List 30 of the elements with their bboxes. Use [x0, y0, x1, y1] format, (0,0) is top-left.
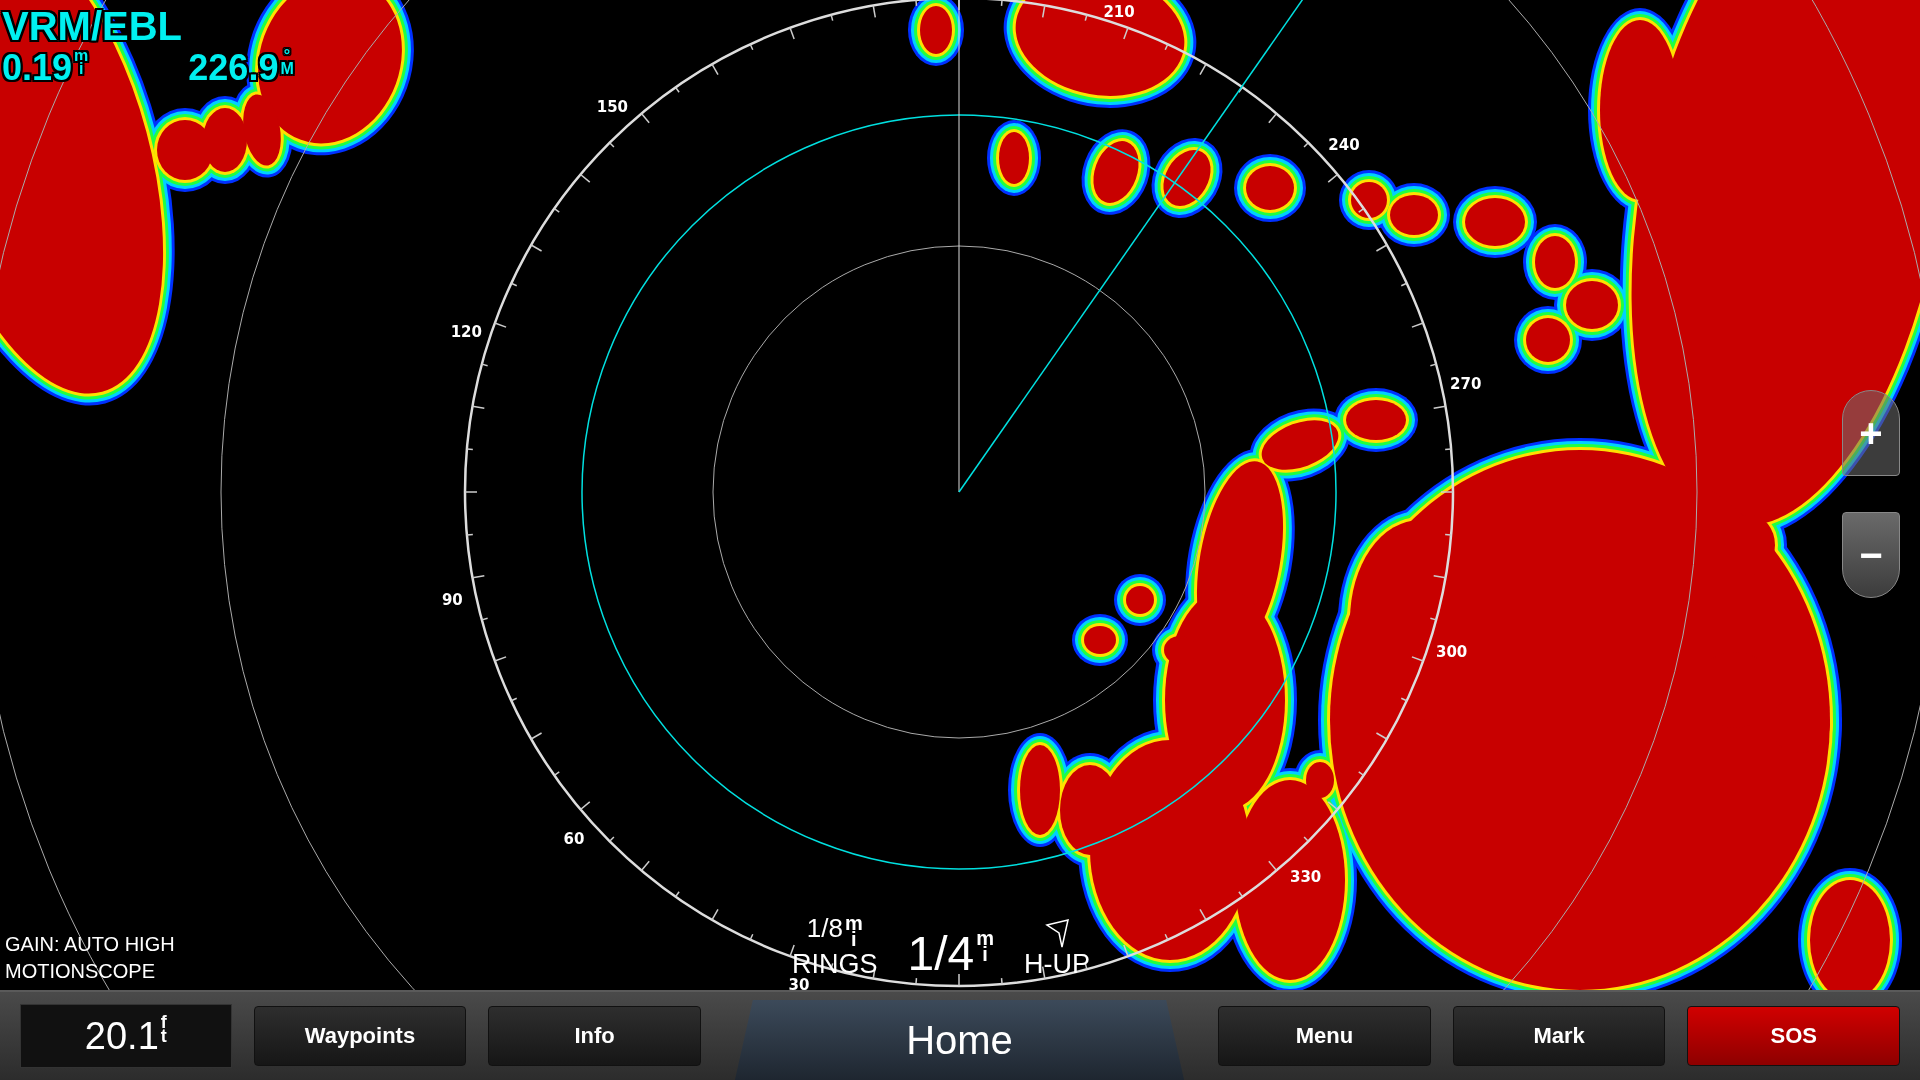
orientation-label[interactable]: H-UP — [1024, 951, 1091, 978]
menu-button[interactable]: Waypoints — [253, 1006, 467, 1066]
menu-button[interactable]: Info — [488, 1006, 701, 1066]
bearing-label: 300 — [1436, 643, 1468, 662]
menu-button[interactable]: Menu — [1218, 1006, 1431, 1066]
boat-heading-icon — [1044, 919, 1071, 949]
bearing-label: 30 — [788, 975, 810, 990]
bearing-label: 330 — [1289, 867, 1322, 886]
bearing-label: 240 — [1328, 136, 1360, 155]
vrm-range-value: 0.19 — [2, 50, 73, 86]
zoom-in-button[interactable]: + — [1842, 390, 1900, 476]
gain-status: GAIN: AUTO HIGH — [5, 933, 175, 956]
range-value[interactable]: 1/4 — [907, 930, 975, 978]
unit-label: f t — [160, 1014, 167, 1044]
mode-status: MOTIONSCOPE — [5, 960, 156, 983]
bearing-label: 150 — [596, 98, 629, 117]
bearing-label: 270 — [1450, 375, 1482, 394]
menu-button[interactable]: Mark — [1452, 1006, 1666, 1066]
zoom-out-button[interactable]: − — [1842, 512, 1900, 598]
unit-label: ° M — [280, 50, 294, 76]
home-button[interactable]: Home — [734, 1000, 1185, 1080]
rings-value: 1/8 — [806, 915, 843, 941]
unit-label: m i — [74, 50, 89, 76]
unit-label: m i — [976, 930, 995, 962]
sos-button[interactable]: SOS — [1687, 1006, 1900, 1066]
bearing-label: 60 — [563, 829, 585, 848]
bearing-label: 120 — [450, 322, 482, 341]
bearing-label: 90 — [441, 590, 463, 609]
bearing-label: 210 — [1103, 3, 1135, 21]
unit-label: m i — [844, 915, 863, 947]
